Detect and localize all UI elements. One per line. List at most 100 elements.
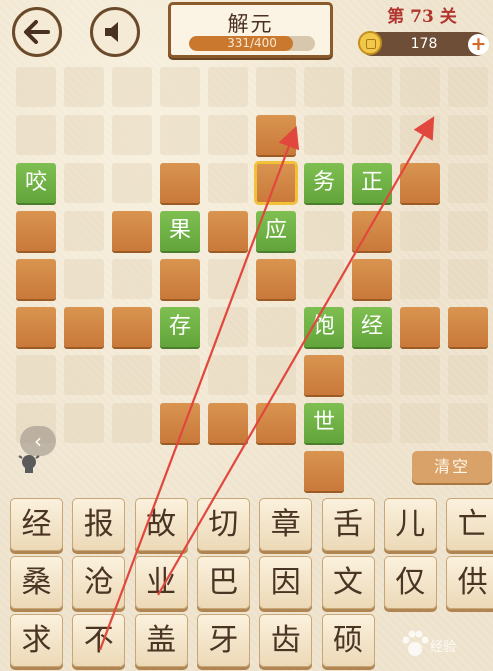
character-tile[interactable]: 盖: [134, 614, 188, 667]
character-tile[interactable]: 亡: [446, 498, 493, 551]
grid-cell-letter[interactable]: 世: [304, 403, 344, 443]
grid-cell-blank[interactable]: [304, 355, 344, 395]
grid-cell-empty: [208, 115, 248, 155]
character-tile[interactable]: 沧: [72, 556, 126, 609]
grid-cell-empty: [304, 67, 344, 107]
character-tile[interactable]: 文: [321, 556, 375, 609]
character-tile[interactable]: 求: [10, 614, 63, 667]
grid-cell-letter[interactable]: 经: [352, 307, 392, 347]
character-tile[interactable]: 经: [10, 498, 63, 551]
grid-cell-blank[interactable]: [208, 211, 248, 251]
character-tile[interactable]: 供: [446, 556, 493, 609]
back-arrow-icon: [24, 20, 50, 44]
grid-cell-blank[interactable]: [256, 259, 296, 299]
grid-cell-blank[interactable]: [304, 451, 344, 491]
grid-cell-empty: [352, 355, 392, 395]
grid-cell-blank[interactable]: [208, 403, 248, 443]
grid-cell-letter[interactable]: 饱: [304, 307, 344, 347]
character-tile[interactable]: 齿: [259, 614, 313, 667]
grid-cell-blank[interactable]: [16, 259, 56, 299]
grid-cell-blank[interactable]: [160, 259, 200, 299]
character-tile[interactable]: 故: [134, 498, 188, 551]
grid-cell-blank[interactable]: [256, 403, 296, 443]
grid-cell-empty: [208, 67, 248, 107]
level-number: 第 73 关: [387, 7, 457, 27]
progress-text: 331/400: [227, 36, 277, 50]
grid-cell-letter[interactable]: 应: [256, 211, 296, 251]
grid-cell-letter[interactable]: 存: [160, 307, 200, 347]
character-tile[interactable]: 牙: [196, 614, 250, 667]
character-tile[interactable]: 因: [259, 556, 313, 609]
grid-cell-empty: [448, 211, 488, 251]
character-tile[interactable]: 儿: [383, 498, 437, 551]
character-tile[interactable]: 桑: [10, 556, 63, 609]
grid-cell-empty: [160, 355, 200, 395]
character-tile[interactable]: 巴: [196, 556, 250, 609]
grid-cell-empty: [304, 259, 344, 299]
level-title: 解元: [227, 12, 274, 36]
coin-count: 178: [410, 36, 438, 52]
grid-cell-empty: [400, 211, 440, 251]
grid-cell-blank[interactable]: [400, 307, 440, 347]
grid-cell-empty: [16, 355, 56, 395]
grid-cell-empty: [256, 355, 296, 395]
grid-cell-blank[interactable]: [112, 211, 152, 251]
grid-cell-empty: [256, 307, 296, 347]
grid-cell-empty: [160, 115, 200, 155]
grid-cell-blank[interactable]: [160, 403, 200, 443]
grid-cell-empty: [448, 259, 488, 299]
back-button[interactable]: [12, 7, 62, 57]
grid-cell-empty: [448, 67, 488, 107]
grid-cell-empty: [352, 115, 392, 155]
paw-watermark-icon: [402, 630, 429, 656]
grid-cell-blank[interactable]: [16, 307, 56, 347]
character-tile[interactable]: 硕: [321, 614, 375, 667]
coin-icon: [358, 31, 382, 55]
grid-cell-empty: [448, 163, 488, 203]
character-tile[interactable]: 切: [196, 498, 250, 551]
progress-bar: 331/400: [189, 36, 315, 51]
character-tile[interactable]: 舌: [321, 498, 375, 551]
grid-cell-empty: [112, 403, 152, 443]
grid-cell-empty: [64, 67, 104, 107]
lightbulb-hint-icon[interactable]: [18, 452, 40, 478]
grid-cell-letter[interactable]: 务: [304, 163, 344, 203]
grid-cell-empty: [112, 163, 152, 203]
grid-cell-empty: [352, 67, 392, 107]
clear-button[interactable]: 清空: [412, 451, 492, 483]
character-tile[interactable]: 报: [72, 498, 126, 551]
grid-cell-blank[interactable]: [64, 307, 104, 347]
grid-cell-letter[interactable]: 果: [160, 211, 200, 251]
grid-cell-blank[interactable]: [16, 211, 56, 251]
character-tile[interactable]: 业: [134, 556, 188, 609]
grid-cell-empty: [208, 259, 248, 299]
grid-cell-blank[interactable]: [160, 163, 200, 203]
grid-cell-empty: [112, 355, 152, 395]
grid-cell-empty: [112, 115, 152, 155]
grid-cell-empty: [64, 115, 104, 155]
grid-cell-empty: [16, 115, 56, 155]
grid-cell-empty: [64, 403, 104, 443]
grid-cell-blank[interactable]: [256, 115, 296, 155]
grid-cell-empty: [448, 403, 488, 443]
grid-cell-empty: [64, 259, 104, 299]
sound-button[interactable]: [90, 7, 140, 57]
level-title-plate: 解元 331/400: [168, 2, 333, 58]
grid-cell-blank[interactable]: [112, 307, 152, 347]
character-tile[interactable]: 仅: [383, 556, 437, 609]
grid-cell-blank[interactable]: [352, 259, 392, 299]
grid-cell-blank[interactable]: [448, 307, 488, 347]
speaker-icon: [105, 22, 118, 42]
grid-cell-selected[interactable]: [254, 161, 298, 205]
grid-cell-letter[interactable]: 正: [352, 163, 392, 203]
character-tile[interactable]: 不: [72, 614, 126, 667]
grid-cell-letter[interactable]: 咬: [16, 163, 56, 203]
grid-cell-empty: [208, 307, 248, 347]
add-coins-button[interactable]: +: [468, 34, 489, 55]
grid-cell-empty: [64, 355, 104, 395]
grid-cell-empty: [64, 163, 104, 203]
character-tile[interactable]: 章: [259, 498, 313, 551]
grid-cell-blank[interactable]: [352, 211, 392, 251]
grid-cell-blank[interactable]: [400, 163, 440, 203]
grid-cell-empty: [400, 355, 440, 395]
